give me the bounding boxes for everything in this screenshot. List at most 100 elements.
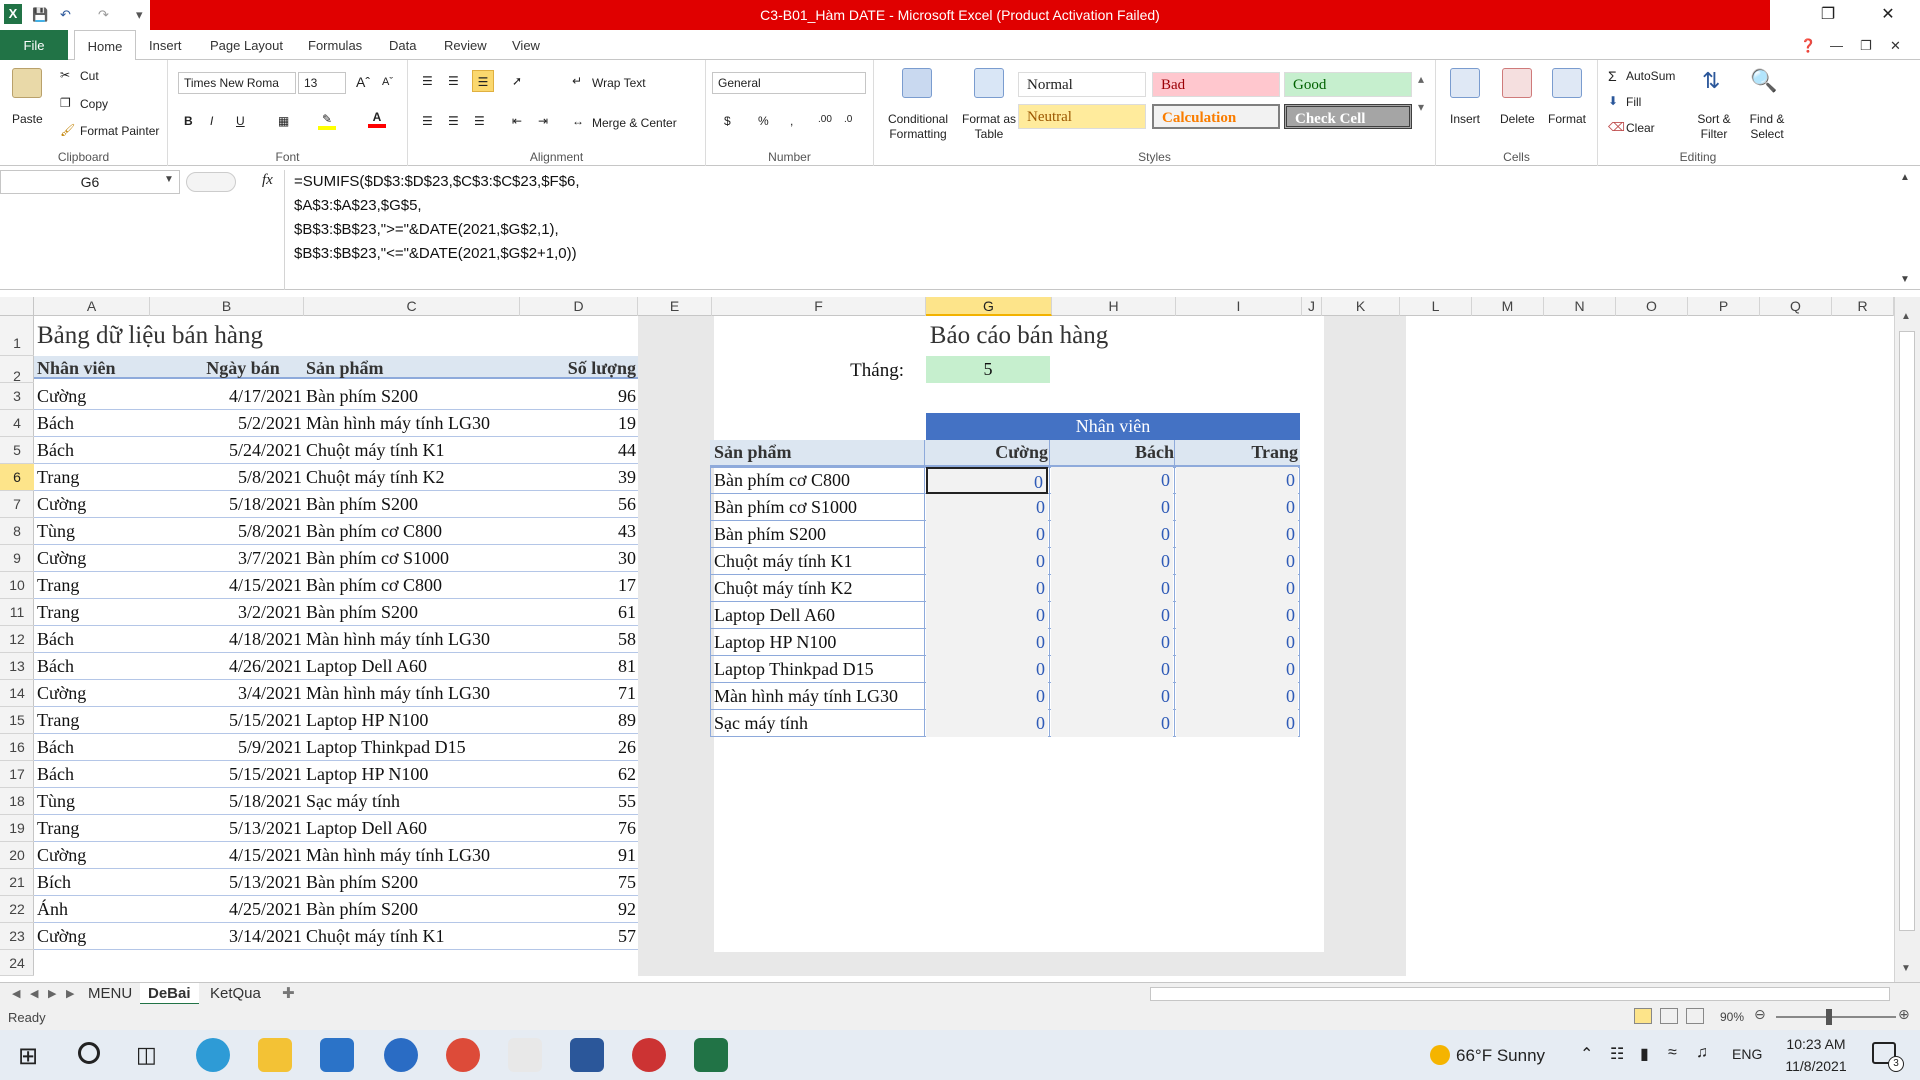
chrome-icon[interactable] bbox=[446, 1038, 480, 1072]
column-header[interactable]: G bbox=[926, 297, 1052, 316]
date-cell[interactable]: 5/18/2021 bbox=[184, 791, 302, 812]
report-value-cell[interactable]: 0 bbox=[1176, 656, 1298, 683]
formula-scroll-down-icon[interactable]: ▼ bbox=[1900, 274, 1910, 285]
product-cell[interactable]: Bàn phím cơ S1000 bbox=[306, 548, 532, 569]
report-value-cell[interactable]: 0 bbox=[1051, 602, 1173, 629]
restore-icon[interactable]: ❐ bbox=[1808, 4, 1848, 26]
row-header[interactable]: 22 bbox=[0, 896, 34, 923]
column-header[interactable]: C bbox=[304, 297, 520, 316]
tab-page-layout[interactable]: Page Layout bbox=[210, 30, 283, 60]
wifi-icon[interactable]: ≈ bbox=[1668, 1044, 1677, 1062]
report-value-cell[interactable]: 0 bbox=[926, 656, 1048, 683]
zoom-slider-thumb[interactable] bbox=[1826, 1009, 1832, 1025]
zoom-level[interactable]: 90% bbox=[1720, 1010, 1744, 1024]
name-box[interactable]: G6 bbox=[0, 170, 180, 194]
redo-icon[interactable]: ↷ bbox=[98, 7, 109, 23]
ribbon-restore-icon[interactable]: ❐ bbox=[1860, 30, 1872, 60]
zoom-out-icon[interactable]: ⊖ bbox=[1754, 1006, 1766, 1023]
report-product-cell[interactable]: Sạc máy tính bbox=[714, 713, 922, 734]
clear-icon[interactable]: ⌫ bbox=[1608, 120, 1625, 134]
copy-icon[interactable]: ❐ bbox=[60, 96, 71, 110]
quantity-cell[interactable]: 89 bbox=[534, 710, 636, 731]
row-header[interactable]: 18 bbox=[0, 788, 34, 815]
report-value-cell[interactable]: 0 bbox=[1176, 494, 1298, 521]
style-bad[interactable]: Bad bbox=[1152, 72, 1280, 97]
date-cell[interactable]: 5/18/2021 bbox=[184, 494, 302, 515]
employee-cell[interactable]: Trang bbox=[37, 818, 79, 839]
find-select-icon[interactable]: 🔍 bbox=[1750, 68, 1777, 94]
product-cell[interactable]: Chuột máy tính K2 bbox=[306, 467, 532, 488]
employee-cell[interactable]: Trang bbox=[37, 467, 79, 488]
autosum-icon[interactable]: Σ bbox=[1608, 68, 1617, 84]
tab-review[interactable]: Review bbox=[444, 30, 487, 60]
column-header[interactable]: L bbox=[1400, 297, 1472, 316]
styles-scroll-up-icon[interactable]: ▴ bbox=[1418, 72, 1424, 86]
column-header[interactable]: M bbox=[1472, 297, 1544, 316]
row-header[interactable]: 16 bbox=[0, 734, 34, 761]
column-header[interactable]: B bbox=[150, 297, 304, 316]
date-cell[interactable]: 4/15/2021 bbox=[184, 575, 302, 596]
report-value-cell[interactable]: 0 bbox=[1176, 710, 1298, 737]
product-cell[interactable]: Laptop Dell A60 bbox=[306, 656, 532, 677]
row-header[interactable]: 12 bbox=[0, 626, 34, 653]
font-size-select[interactable]: 13 bbox=[298, 72, 346, 94]
active-cell-g6[interactable]: 0 bbox=[926, 467, 1048, 494]
tab-home[interactable]: Home bbox=[74, 30, 136, 61]
employee-cell[interactable]: Tùng bbox=[37, 521, 75, 542]
copy-button[interactable]: Copy bbox=[80, 97, 108, 111]
chrome-profile-icon[interactable] bbox=[632, 1038, 666, 1072]
employee-cell[interactable]: Cường bbox=[37, 386, 86, 407]
decrease-font-icon[interactable]: Aˇ bbox=[382, 76, 393, 88]
report-value-cell[interactable]: 0 bbox=[1176, 521, 1298, 548]
formula-bar-resize-handle[interactable] bbox=[186, 172, 236, 192]
align-bottom-icon[interactable]: ☰ bbox=[472, 70, 494, 92]
quantity-cell[interactable]: 75 bbox=[534, 872, 636, 893]
worksheet-grid[interactable]: Bảng dữ liệu bán hàng Nhân viên Ngày bán… bbox=[34, 316, 1890, 976]
tab-formulas[interactable]: Formulas bbox=[308, 30, 362, 60]
quantity-cell[interactable]: 58 bbox=[534, 629, 636, 650]
merge-icon[interactable]: ↔ bbox=[572, 114, 584, 128]
font-color-icon[interactable]: A bbox=[368, 110, 386, 128]
quantity-cell[interactable]: 57 bbox=[534, 926, 636, 947]
decrease-decimal-icon[interactable]: .0 bbox=[844, 114, 852, 125]
row-header[interactable]: 23 bbox=[0, 923, 34, 950]
underline-icon[interactable]: U bbox=[236, 114, 245, 128]
report-value-cell[interactable]: 0 bbox=[1176, 683, 1298, 710]
conditional-formatting-icon[interactable] bbox=[902, 68, 932, 98]
page-break-view-icon[interactable] bbox=[1686, 1008, 1704, 1024]
quantity-cell[interactable]: 62 bbox=[534, 764, 636, 785]
employee-cell[interactable]: Bách bbox=[37, 737, 74, 758]
insert-function-icon[interactable]: fx bbox=[262, 172, 273, 189]
report-value-cell[interactable]: 0 bbox=[926, 548, 1048, 575]
scroll-down-icon[interactable]: ▼ bbox=[1901, 963, 1911, 974]
weather-text[interactable]: 66°F Sunny bbox=[1456, 1046, 1545, 1066]
report-value-cell[interactable]: 0 bbox=[926, 494, 1048, 521]
quantity-cell[interactable]: 44 bbox=[534, 440, 636, 461]
tab-data[interactable]: Data bbox=[389, 30, 416, 60]
zoom-in-icon[interactable]: ⊕ bbox=[1898, 1006, 1910, 1023]
delete-cells-button[interactable]: Delete bbox=[1500, 112, 1535, 126]
report-product-cell[interactable]: Laptop Dell A60 bbox=[714, 605, 922, 626]
row-header[interactable]: 7 bbox=[0, 491, 34, 518]
windows-start-icon[interactable]: ⊞ bbox=[18, 1042, 38, 1071]
undo-icon[interactable]: ↶ bbox=[60, 7, 71, 23]
product-cell[interactable]: Màn hình máy tính LG30 bbox=[306, 629, 532, 650]
report-product-cell[interactable]: Bàn phím cơ S1000 bbox=[714, 497, 922, 518]
tab-insert[interactable]: Insert bbox=[149, 30, 182, 60]
row-header[interactable]: 24 bbox=[0, 950, 34, 976]
word-icon[interactable] bbox=[570, 1038, 604, 1072]
product-cell[interactable]: Bàn phím S200 bbox=[306, 494, 532, 515]
quantity-cell[interactable]: 39 bbox=[534, 467, 636, 488]
report-value-cell[interactable]: 0 bbox=[1176, 629, 1298, 656]
paste-button[interactable]: Paste bbox=[12, 112, 43, 126]
employee-cell[interactable]: Cường bbox=[37, 494, 86, 515]
date-cell[interactable]: 3/4/2021 bbox=[184, 683, 302, 704]
percent-icon[interactable]: % bbox=[758, 114, 769, 128]
italic-icon[interactable]: I bbox=[210, 114, 213, 128]
cut-button[interactable]: Cut bbox=[80, 69, 99, 83]
column-header[interactable]: F bbox=[712, 297, 926, 316]
report-value-cell[interactable]: 0 bbox=[926, 602, 1048, 629]
format-cells-button[interactable]: Format bbox=[1548, 112, 1586, 126]
paste-icon[interactable] bbox=[12, 68, 42, 98]
row-header[interactable]: 3 bbox=[0, 383, 34, 410]
